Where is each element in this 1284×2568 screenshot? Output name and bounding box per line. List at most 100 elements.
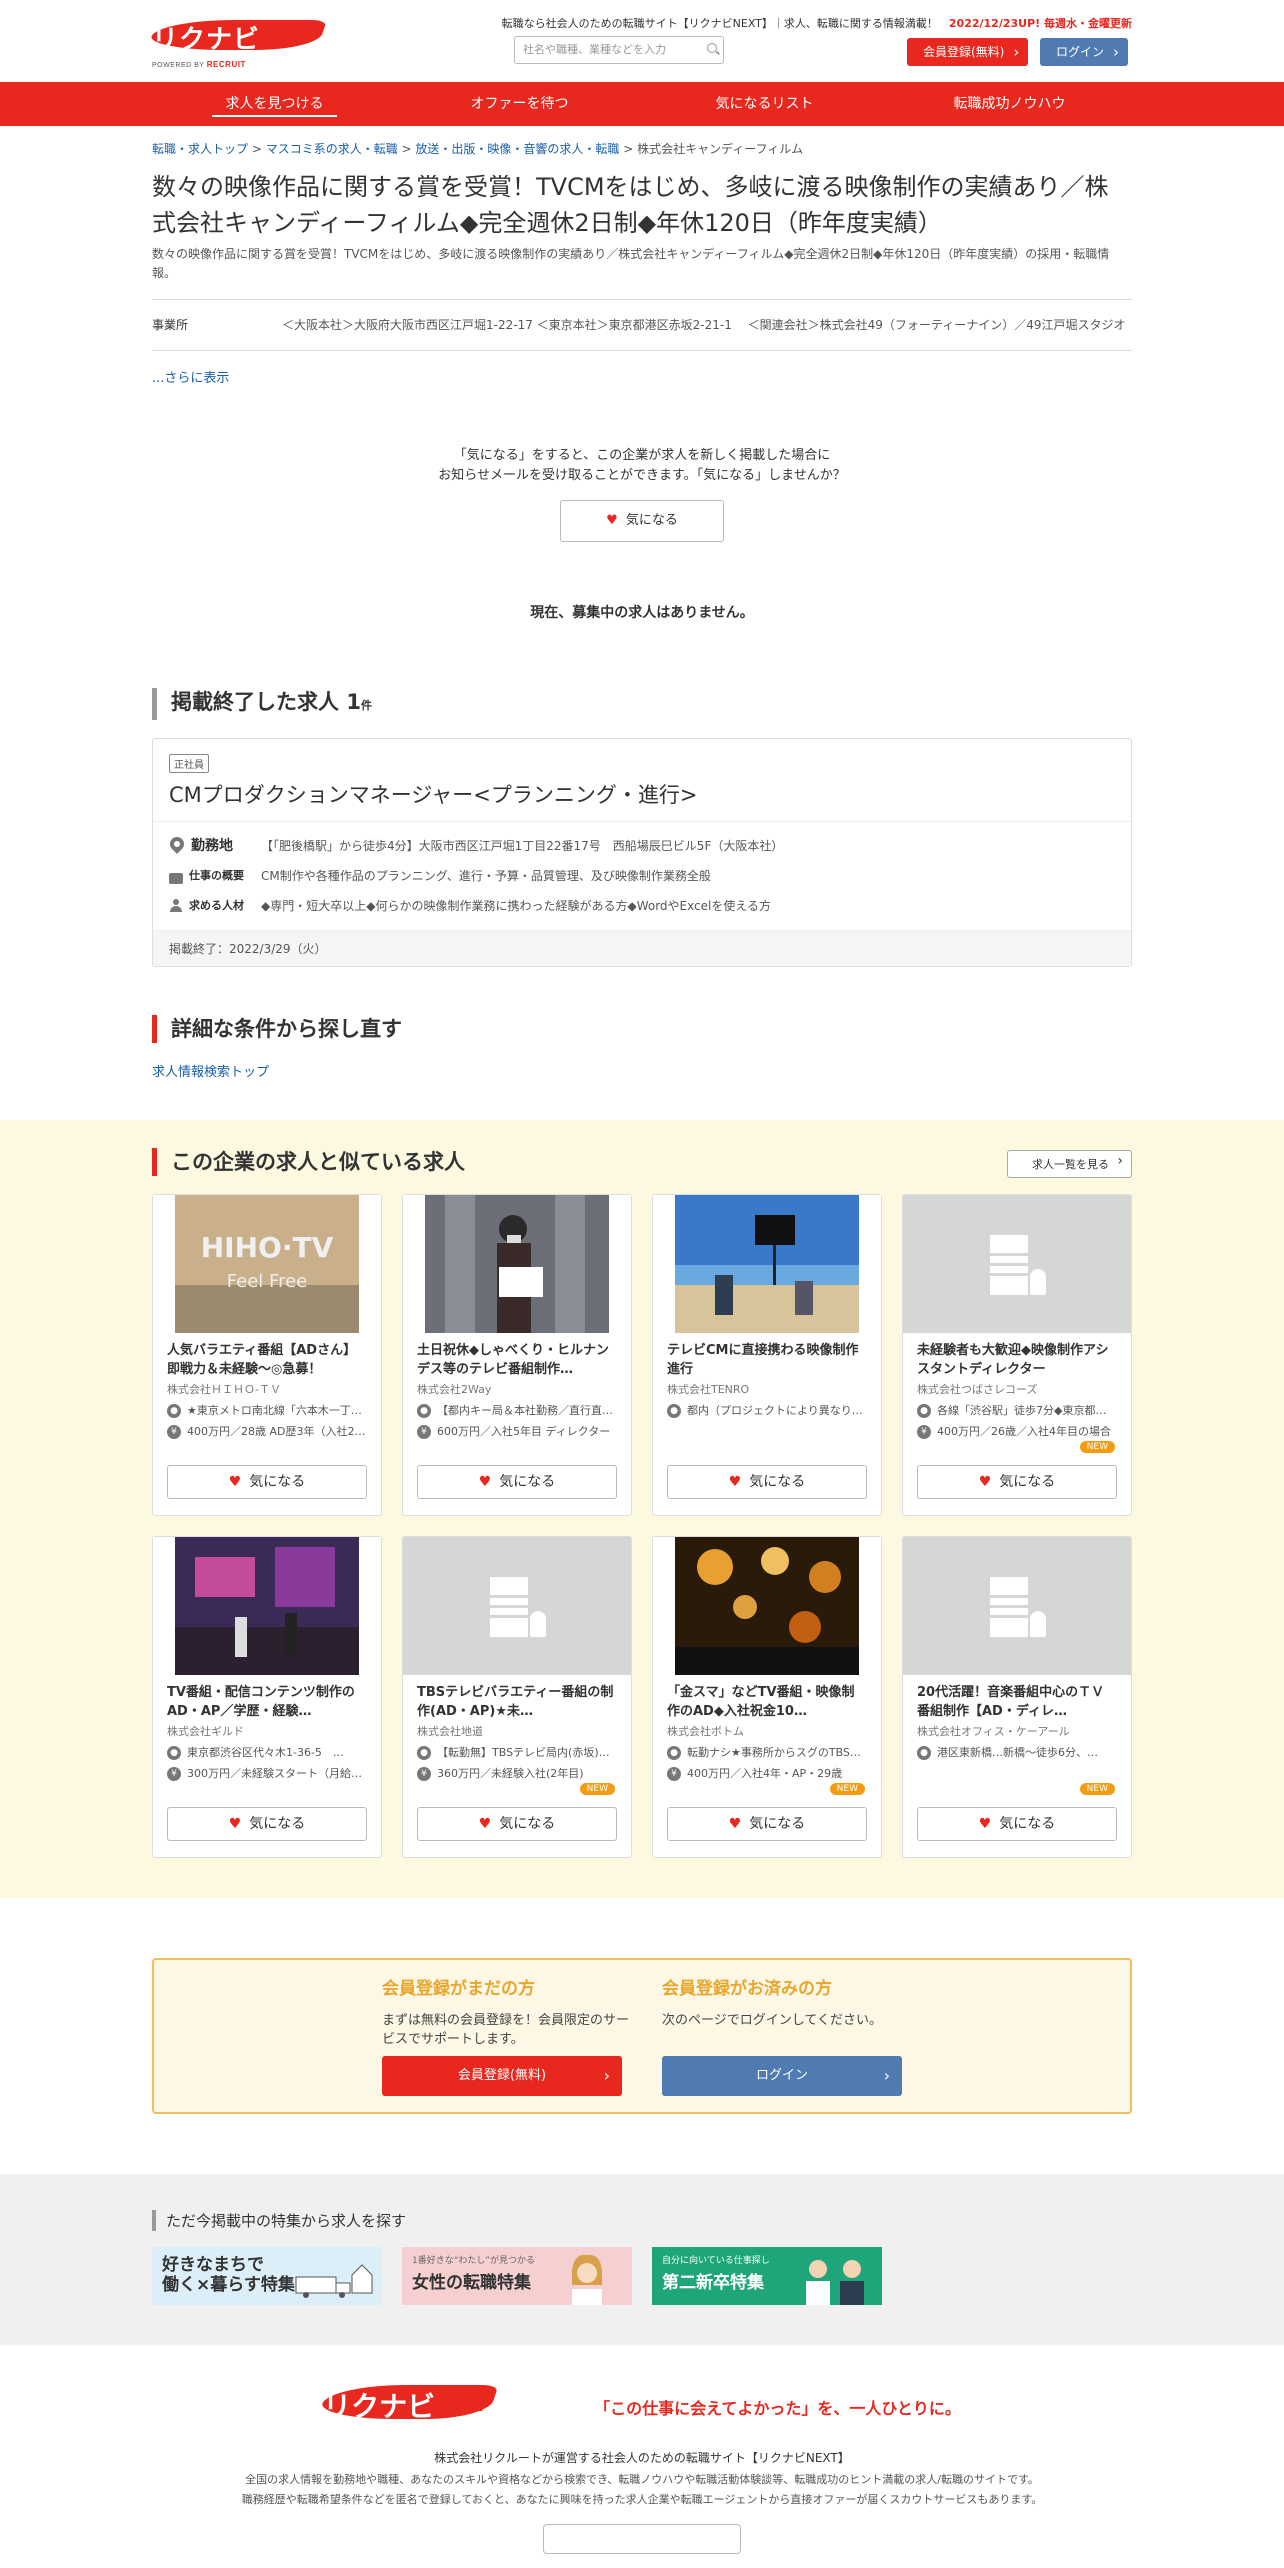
breadcrumb-current: 株式会社キャンディーフィルム [637,142,804,156]
office-row: 事業所 ＜大阪本社＞大阪府大阪市西区江戸堀1-22-17 ＜東京本社＞東京都港区… [152,299,1132,351]
search-icon[interactable] [707,43,717,53]
similar-job-card[interactable]: TV番組・配信コンテンツ制作のAD・AP／学歴・経験… 株式会社ギルド ● 東京都渋谷… [152,1536,382,1858]
breadcrumb-broadcast[interactable]: 放送・出版・映像・音響の求人・転職 [415,142,619,156]
yen-icon: ¥ [917,1425,931,1439]
job-photo[interactable]: HIHO·TV Feel Free [153,1195,381,1333]
features-section: ただ今掲載中の特集から求人を探す 好きなまちで 働く×暮らす特集 1番好きな“わ… [0,2174,1284,2345]
nav-favorites[interactable]: 気になるリスト [642,82,887,126]
people-illustration [806,2260,864,2305]
favorite-job-button[interactable]: ♥ 気になる [417,1465,617,1499]
main-nav: 求人を見つける オファーを待つ 気になるリスト 転職成功ノウハウ [0,82,1284,126]
footer-button[interactable] [543,2524,741,2554]
location-icon: ● [417,1746,431,1760]
location-pin-icon [169,837,185,855]
feature-banner-local[interactable]: 好きなまちで 働く×暮らす特集 [152,2247,382,2305]
favorite-job-button[interactable]: ♥ 気になる [667,1465,867,1499]
similar-job-card[interactable]: 未経験者も大歓迎◆映像制作アシスタントディレクター 株式会社つばさレコーズ ● 各線「… [902,1194,1132,1516]
favorite-job-button[interactable]: ♥ 気になる [167,1465,367,1499]
member-register-button[interactable]: 会員登録(無料) [382,2056,622,2096]
favorite-job-button[interactable]: ♥ 気になる [667,1807,867,1841]
nav-find-jobs[interactable]: 求人を見つける [152,82,397,126]
job-photo[interactable] [653,1195,881,1333]
footer-line3: 職務経歴や転職希望条件などを匿名で登録しておくと、あなたに興味を持った求人企業や… [241,2493,1043,2506]
similar-job-company: 株式会社地道 [417,1725,483,1738]
login-button[interactable]: ログイン [1040,38,1129,66]
favorite-job-button[interactable]: ♥ 気になる [917,1807,1117,1841]
new-badge: NEW [579,1783,615,1795]
yen-icon: ¥ [167,1425,181,1439]
similar-job-salary: ¥400万円／28歳 AD歴3年（入社2年目） [167,1423,367,1439]
similar-job-title[interactable]: 未経験者も大歓迎◆映像制作アシスタントディレクター [917,1341,1117,1379]
location-icon: ● [917,1404,931,1418]
show-more-link[interactable]: ...さらに表示 [152,367,1132,386]
company-placeholder-image [903,1195,1131,1333]
location-value: 【「肥後橋駅」から徒歩4分】大阪市西区江戸堀1丁目22番17号 西船場辰巳ビル5… [261,839,784,853]
ended-jobs-heading: 掲載終了した求人 1件 [152,688,1132,720]
similar-job-title[interactable]: TBSテレビバラエティー番組の制作(AD・AP)★未… [417,1683,617,1721]
company-placeholder-image [403,1537,631,1675]
job-photo[interactable] [153,1537,381,1675]
similar-job-title[interactable]: TV番組・配信コンテンツ制作のAD・AP／学歴・経験… [167,1683,367,1721]
footer-logo[interactable]: リクナビ NEXT [317,2385,573,2429]
location-icon: ● [417,1404,431,1418]
favorite-job-button[interactable]: ♥ 気になる [917,1465,1117,1499]
no-jobs-message: 現在、募集中の求人はありません。 [530,605,754,621]
favorite-prompt: 「気になる」をすると、この企業が求人を新しく掲載した場合に お知らせメールを受け… [152,446,1132,542]
briefcase-icon [169,872,183,884]
breadcrumb-top[interactable]: 転職・求人トップ [152,142,248,156]
feature-banner-women[interactable]: 1番好きな“わたし”が見つかる 女性の転職特集 [402,2247,632,2305]
similar-job-card[interactable]: TBSテレビバラエティー番組の制作(AD・AP)★未… 株式会社地道 ● 【転勤無】T… [402,1536,632,1858]
feature-banner-second-grad[interactable]: 自分に向いている仕事探し 第二新卒特集 [652,2247,882,2305]
studio-lights-photo [675,1537,859,1675]
header-tagline: 転職なら社会人のための転職サイト【リクナビNEXT】｜求人、転職に関する情報満載… [501,17,1132,30]
similar-job-salary: ¥300万円／未経験スタート（月給25万円） [167,1765,367,1781]
beach-film-set-photo [675,1195,859,1333]
similar-jobs-heading: この企業の求人と似ている求人 [152,1148,1132,1176]
similar-job-location: ● 【都内キー局＆本社勤務／直行直帰可】 [417,1402,617,1418]
favorite-job-button[interactable]: ♥ 気になる [417,1807,617,1841]
register-button[interactable]: 会員登録(無料) [907,38,1029,66]
similar-job-company: 株式会社2Way [417,1383,492,1396]
job-search-top-link[interactable]: 求人情報検索トップ [152,1061,1132,1080]
page-title: 数々の映像作品に関する賞を受賞！TVCMをはじめ、多岐に渡る映像制作の実績あり／… [152,173,1109,237]
similar-job-location: ● 各線「渋谷駅」徒歩7分◆東京都渋谷区 [917,1402,1117,1418]
nav-knowhow[interactable]: 転職成功ノウハウ [887,82,1132,126]
heart-icon: ♥ [978,1474,992,1490]
similar-job-title[interactable]: 土日祝休◆しゃべくり・ヒルナンデス等のテレビ番組制作… [417,1341,617,1379]
member-login-button[interactable]: ログイン [662,2056,902,2096]
office-label: 事業所 [152,318,189,332]
similar-job-title[interactable]: テレビCMに直接携わる映像制作進行 [667,1341,867,1379]
location-icon: ● [917,1746,931,1760]
heart-icon: ♥ [606,513,618,528]
rikunabi-next-logo[interactable]: リクナビ NEXT POWERED BY RECRUIT [147,16,402,70]
site-header: リクナビ NEXT POWERED BY RECRUIT 転職なら社会人のための転… [147,0,1132,82]
nav-wait-offers[interactable]: オファーを待つ [397,82,642,126]
heart-icon: ♥ [228,1474,242,1490]
similar-job-salary: ¥400万円／入社4年・AP・29歳 [667,1765,867,1781]
woman-illustration [572,2254,602,2305]
view-all-jobs-button[interactable]: 求人一覧を見る [1007,1150,1132,1178]
breadcrumb-mass-media[interactable]: マスコミ系の求人・転職 [266,142,398,156]
similar-job-title[interactable]: 「金スマ」などTV番組・映像制作のAD◆入社祝金10… [667,1683,867,1721]
job-photo[interactable] [653,1537,881,1675]
tv-studio-photo [175,1537,359,1675]
search-input[interactable]: 社名や職種、業種などを入力 [514,36,724,64]
features-heading: ただ今掲載中の特集から求人を探す [152,2210,1132,2231]
requirements-value: ◆専門・短大卒以上◆何らかの映像制作業務に携わった経験がある方◆WordやExc… [261,899,771,913]
truck-house-illustration [295,2264,373,2298]
similar-job-title[interactable]: 人気バラエティ番組【ADさん】即戦力＆未経験～◎急募！ [167,1341,367,1379]
similar-job-title[interactable]: 20代活躍！音楽番組中心のＴＶ番組制作【AD・ディレ… [917,1683,1117,1721]
favorite-company-button[interactable]: ♥ 気になる [560,500,724,542]
similar-job-card[interactable]: 「金スマ」などTV番組・映像制作のAD◆入社祝金10… 株式会社ボトム ● 転勤ナシ★… [652,1536,882,1858]
ended-job-card[interactable]: 正社員 CMプロダクションマネージャー<プランニング・進行> 勤務地 【「肥後橋駅… [152,738,1132,967]
similar-job-card[interactable]: 土日祝休◆しゃべくり・ヒルナンデス等のテレビ番組制作… 株式会社2Way ● 【都内キ… [402,1194,632,1516]
job-title[interactable]: CMプロダクションマネージャー<プランニング・進行> [169,779,1115,809]
similar-job-card[interactable]: テレビCMに直接携わる映像制作進行 株式会社TENRO ● 都内（プロジェクトにより異… [652,1194,882,1516]
similar-job-card[interactable]: 20代活躍！音楽番組中心のＴＶ番組制作【AD・ディレ… 株式会社オフィス・ケーアー… [902,1536,1132,1858]
footer-catchphrase: 「この仕事に会えてよかった」を、一人ひとりに。 [594,2399,961,2418]
similar-job-card[interactable]: HIHO·TV Feel Free 人気バラエティ番組【ADさん】即戦力＆未経験～◎… [152,1194,382,1516]
favorite-job-button[interactable]: ♥ 気になる [167,1807,367,1841]
yen-icon: ¥ [417,1767,431,1781]
job-photo[interactable] [403,1195,631,1333]
company-placeholder-image [903,1537,1131,1675]
